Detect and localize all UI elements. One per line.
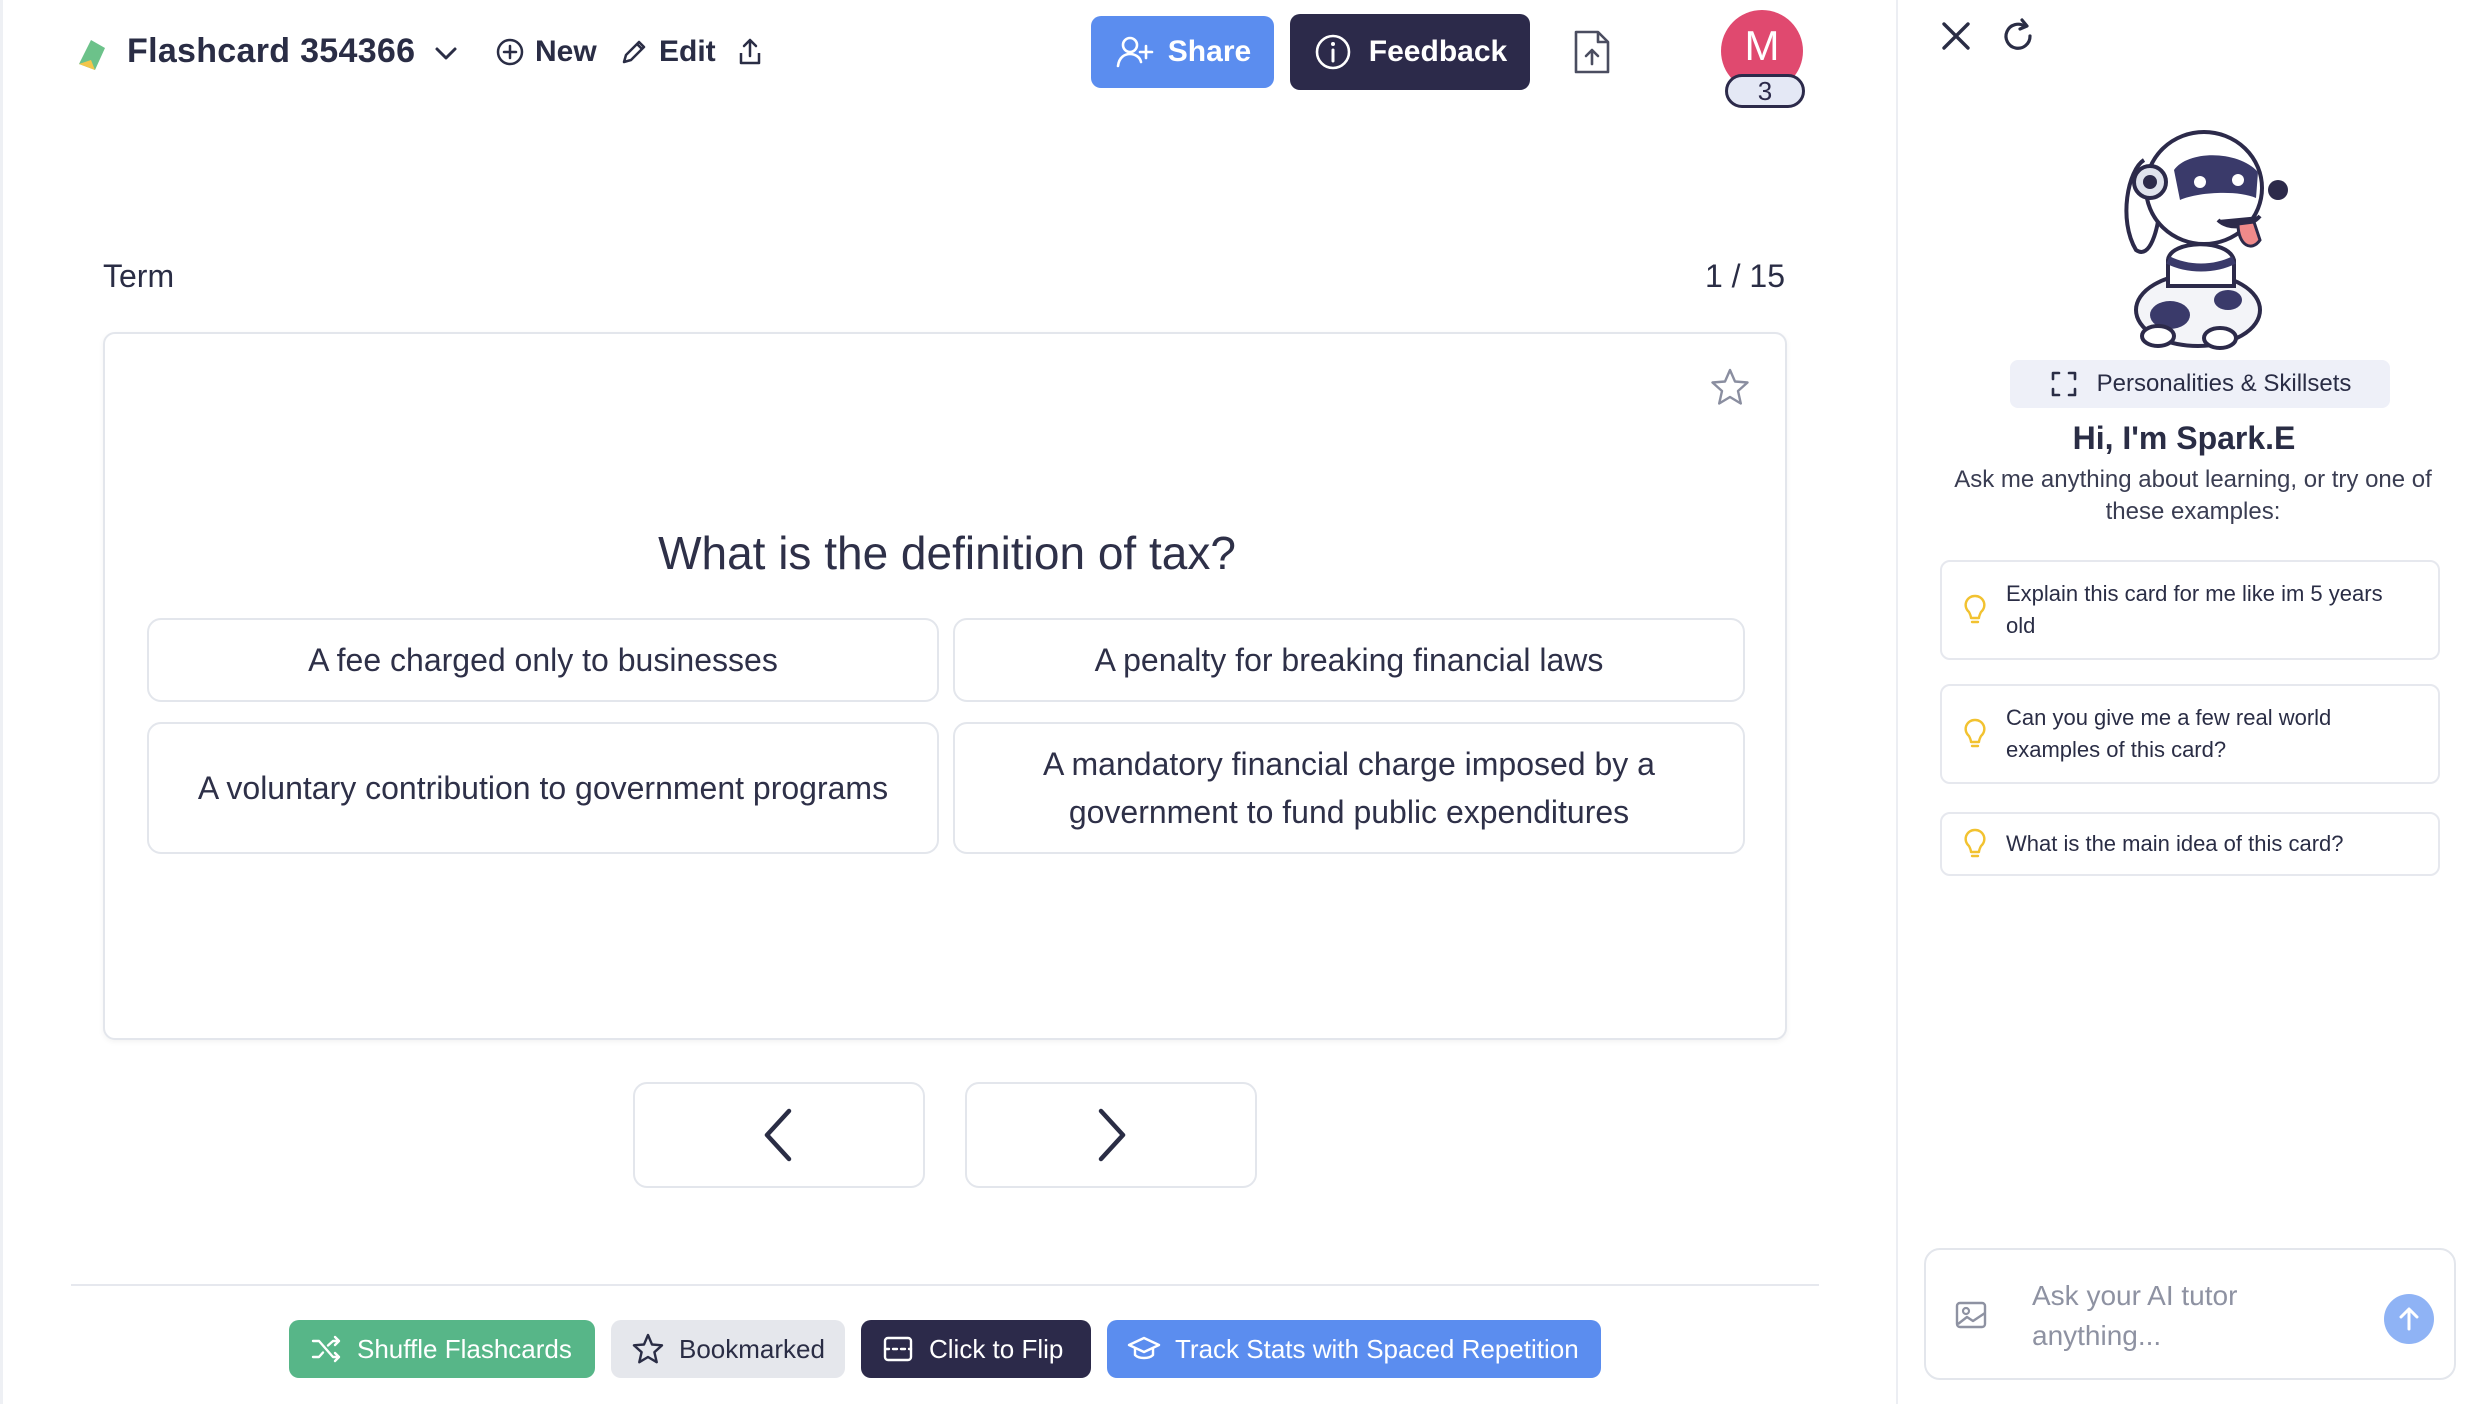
chevron-down-icon[interactable]: [429, 36, 463, 70]
feedback-label: Feedback: [1368, 35, 1508, 68]
shuffle-button[interactable]: Shuffle Flashcards: [289, 1320, 595, 1378]
plus-circle-icon: [496, 38, 524, 66]
send-button[interactable]: [2384, 1294, 2434, 1344]
next-card-button[interactable]: [965, 1082, 1257, 1188]
arrow-up-icon: [2399, 1307, 2419, 1331]
divider: [71, 1284, 1819, 1286]
answer-option[interactable]: A fee charged only to businesses: [147, 618, 939, 702]
top-bar: Flashcard 354366 New Edit Share Feedback…: [3, 0, 1891, 110]
share-label: Share: [1167, 35, 1252, 68]
suggestion-text: What is the main idea of this card?: [2006, 831, 2344, 856]
suggestion-text: Explain this card for me like im 5 years…: [2006, 581, 2383, 638]
card-side-label: Term: [103, 258, 175, 294]
chevron-left-icon: [764, 1108, 792, 1162]
logo-icon: [79, 40, 105, 70]
personalities-button[interactable]: Personalities & Skillsets: [2010, 360, 2390, 408]
lightbulb-icon: [1964, 594, 1986, 624]
info-icon: [1315, 34, 1351, 70]
file-upload-icon[interactable]: [1571, 28, 1613, 76]
feedback-button[interactable]: Feedback: [1290, 14, 1530, 90]
new-button[interactable]: New: [493, 30, 597, 74]
add-user-icon: [1116, 36, 1154, 68]
star-icon[interactable]: [1709, 366, 1751, 408]
flip-label: Click to Flip: [929, 1333, 1064, 1364]
bookmarked-button[interactable]: Bookmarked: [611, 1320, 845, 1378]
suggestion-item[interactable]: Explain this card for me like im 5 years…: [1940, 560, 2440, 660]
personalities-label: Personalities & Skillsets: [2096, 370, 2352, 397]
pencil-icon: [622, 40, 646, 64]
bookmarked-label: Bookmarked: [679, 1333, 825, 1364]
image-icon[interactable]: [1954, 1298, 1988, 1332]
ai-tutor-panel: Personalities & Skillsets Hi, I'm Spark.…: [1896, 0, 2468, 1404]
new-label: New: [535, 35, 597, 68]
shuffle-label: Shuffle Flashcards: [357, 1333, 572, 1364]
chat-input-box[interactable]: Ask your AI tutor anything...: [1924, 1248, 2456, 1380]
chevron-right-icon: [1098, 1108, 1126, 1162]
previous-card-button[interactable]: [633, 1082, 925, 1188]
deck-title[interactable]: Flashcard 354366: [127, 32, 415, 71]
mascot-dog-image: [2124, 130, 2288, 350]
track-stats-button[interactable]: Track Stats with Spaced Repetition: [1107, 1320, 1601, 1378]
suggestion-item[interactable]: Can you give me a few real world example…: [1940, 684, 2440, 784]
edit-label: Edit: [659, 35, 716, 68]
streak-badge: 3: [1725, 74, 1805, 108]
lightbulb-icon: [1964, 718, 1986, 748]
main-area: Flashcard 354366 New Edit Share Feedback…: [0, 0, 1888, 1404]
answer-option[interactable]: A penalty for breaking financial laws: [953, 618, 1745, 702]
card-question: What is the definition of tax?: [658, 527, 1236, 579]
export-button[interactable]: [733, 30, 767, 74]
greeting-subtitle: Ask me anything about learning, or try o…: [1954, 466, 2432, 525]
track-stats-label: Track Stats with Spaced Repetition: [1175, 1333, 1579, 1364]
flip-button[interactable]: Click to Flip: [861, 1320, 1091, 1378]
flip-icon: [883, 1336, 913, 1362]
edit-button[interactable]: Edit: [617, 30, 716, 74]
close-icon[interactable]: [1936, 16, 1976, 56]
star-icon: [632, 1333, 664, 1364]
flashcard[interactable]: What is the definition of tax? A fee cha…: [103, 332, 1787, 1040]
lightbulb-icon: [1964, 828, 1986, 858]
shuffle-icon: [311, 1335, 341, 1363]
export-icon: [739, 38, 761, 65]
share-button[interactable]: Share: [1091, 16, 1274, 88]
answer-option[interactable]: A mandatory financial charge imposed by …: [953, 722, 1745, 854]
expand-icon: [2051, 371, 2076, 397]
graduation-cap-icon: [1127, 1336, 1161, 1360]
suggestion-text: Can you give me a few real world example…: [2006, 705, 2332, 762]
refresh-icon[interactable]: [1998, 16, 2038, 56]
answer-option[interactable]: A voluntary contribution to government p…: [147, 722, 939, 854]
card-counter: 1 / 15: [1704, 258, 1785, 294]
suggestion-item[interactable]: What is the main idea of this card?: [1940, 812, 2440, 876]
greeting-title: Hi, I'm Spark.E: [2072, 420, 2296, 456]
chat-input[interactable]: Ask your AI tutor anything...: [2032, 1276, 2292, 1356]
